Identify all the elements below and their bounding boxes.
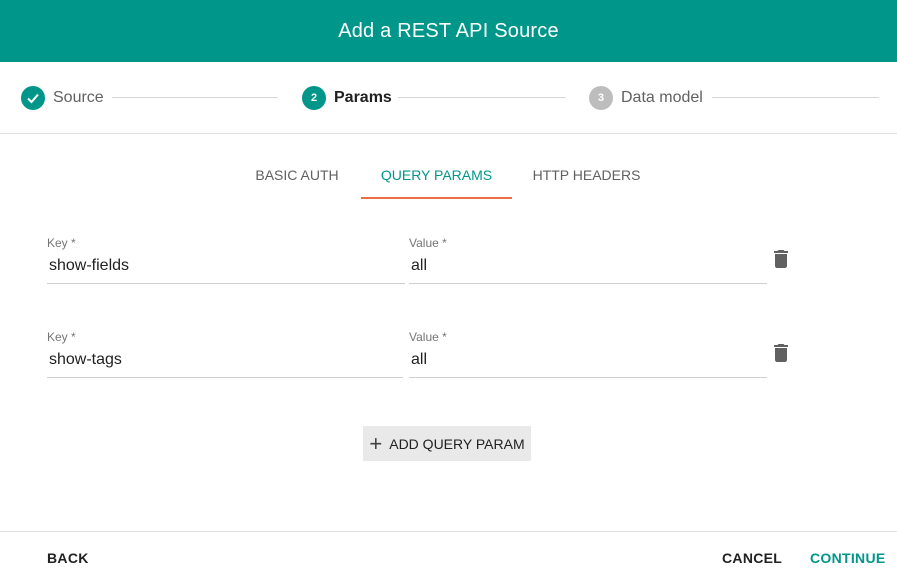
step-label-source: Source <box>53 89 104 106</box>
back-button[interactable]: BACK <box>47 550 89 566</box>
step-data-model[interactable]: 3 Data model <box>589 62 703 134</box>
key-input[interactable]: show-fields <box>47 257 405 279</box>
value-field[interactable]: Value * all <box>409 236 767 284</box>
delete-icon[interactable] <box>769 341 793 365</box>
add-query-param-button[interactable]: + ADD QUERY PARAM <box>363 426 531 461</box>
tab-query-params[interactable]: QUERY PARAMS <box>361 152 512 199</box>
input-underline <box>409 283 767 284</box>
value-label: Value * <box>409 236 447 250</box>
step-number-badge: 3 <box>589 86 613 110</box>
stepper: Source 2 Params 3 Data model <box>0 62 897 134</box>
dialog-header: Add a REST API Source <box>0 0 897 62</box>
continue-button[interactable]: CONTINUE <box>810 550 886 566</box>
step-connector <box>398 97 566 98</box>
delete-icon[interactable] <box>769 247 793 271</box>
tab-http-headers[interactable]: HTTP HEADERS <box>512 152 661 199</box>
value-field[interactable]: Value * all <box>409 330 767 378</box>
key-label: Key * <box>47 330 76 344</box>
step-connector <box>712 97 879 98</box>
key-input[interactable]: show-tags <box>47 351 403 373</box>
key-label: Key * <box>47 236 76 250</box>
step-params[interactable]: 2 Params <box>302 62 392 134</box>
step-source[interactable]: Source <box>21 62 104 134</box>
tab-basic-auth[interactable]: BASIC AUTH <box>233 152 361 199</box>
dialog-title: Add a REST API Source <box>338 19 559 42</box>
tab-bar: BASIC AUTH QUERY PARAMS HTTP HEADERS <box>0 152 897 199</box>
add-query-param-label: ADD QUERY PARAM <box>389 435 525 452</box>
value-label: Value * <box>409 330 447 344</box>
plus-icon: + <box>369 430 383 456</box>
step-connector <box>112 97 278 98</box>
input-underline <box>47 283 405 284</box>
check-icon <box>21 86 45 110</box>
key-field[interactable]: Key * show-tags <box>47 330 403 378</box>
step-label-data-model: Data model <box>621 89 703 106</box>
step-label-params: Params <box>334 89 392 106</box>
dialog-footer: BACK CANCEL CONTINUE <box>0 531 897 584</box>
input-underline <box>47 377 403 378</box>
key-field[interactable]: Key * show-fields <box>47 236 405 284</box>
value-input[interactable]: all <box>409 351 767 373</box>
input-underline <box>409 377 767 378</box>
value-input[interactable]: all <box>409 257 767 279</box>
step-number-badge: 2 <box>302 86 326 110</box>
cancel-button[interactable]: CANCEL <box>722 550 782 566</box>
